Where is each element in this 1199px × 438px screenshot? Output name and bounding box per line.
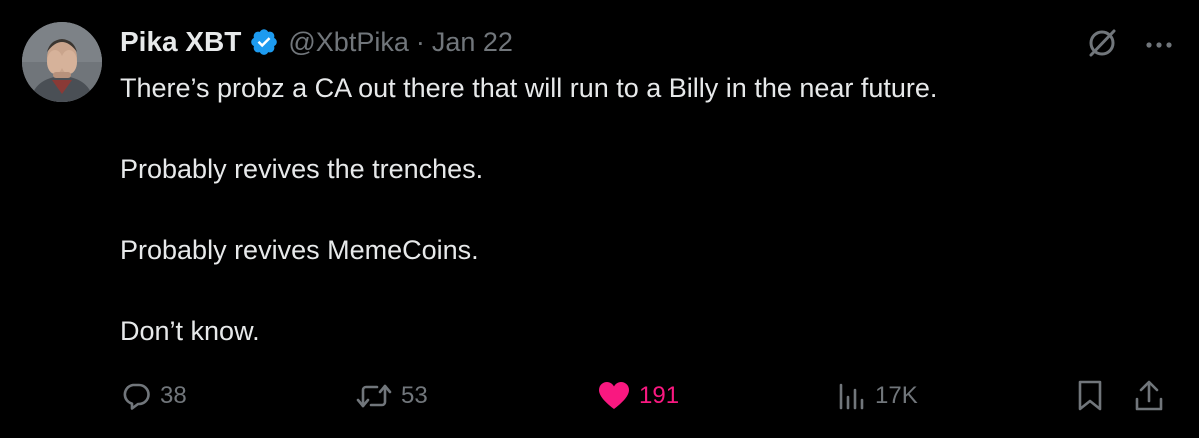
avatar-image — [22, 22, 102, 102]
tweet-header: Pika XBT @XbtPika · Jan 22 — [120, 22, 513, 62]
tweet-paragraph: There’s probz a CA out there that will r… — [120, 73, 938, 103]
tweet-paragraph: Probably revives MemeCoins. — [120, 235, 479, 265]
reply-count: 38 — [160, 382, 187, 409]
tweet-paragraph: Probably revives the trenches. — [120, 154, 484, 184]
views-count: 17K — [875, 382, 918, 409]
views-icon — [837, 380, 867, 412]
repost-button[interactable]: 53 — [355, 376, 428, 416]
avatar[interactable] — [22, 22, 102, 102]
bookmark-button[interactable] — [1076, 376, 1104, 416]
action-bar: 38 53 191 17K — [0, 376, 1199, 416]
author-handle[interactable]: @XbtPika — [288, 27, 408, 58]
like-count: 191 — [639, 382, 680, 409]
tweet-date[interactable]: Jan 22 — [432, 27, 513, 58]
repost-icon — [355, 380, 393, 412]
tweet-paragraph: Don’t know. — [120, 316, 260, 346]
separator-dot: · — [415, 26, 425, 57]
bookmark-icon — [1076, 379, 1104, 413]
heart-icon — [597, 380, 631, 412]
share-button[interactable] — [1133, 376, 1165, 416]
reply-icon — [120, 380, 152, 412]
views-button[interactable]: 17K — [837, 376, 918, 416]
repost-count: 53 — [401, 382, 428, 409]
share-icon — [1133, 379, 1165, 413]
more-icon[interactable] — [1145, 37, 1173, 55]
like-button[interactable]: 191 — [597, 376, 679, 416]
tweet-text: There’s probz a CA out there that will r… — [120, 68, 1160, 351]
grok-icon[interactable] — [1085, 26, 1119, 65]
reply-button[interactable]: 38 — [120, 376, 187, 416]
display-name[interactable]: Pika XBT — [120, 26, 241, 58]
verified-badge-icon — [249, 27, 279, 57]
tweet-card: Pika XBT @XbtPika · Jan 22 There’s probz… — [0, 0, 1199, 438]
header-actions — [1085, 26, 1173, 65]
